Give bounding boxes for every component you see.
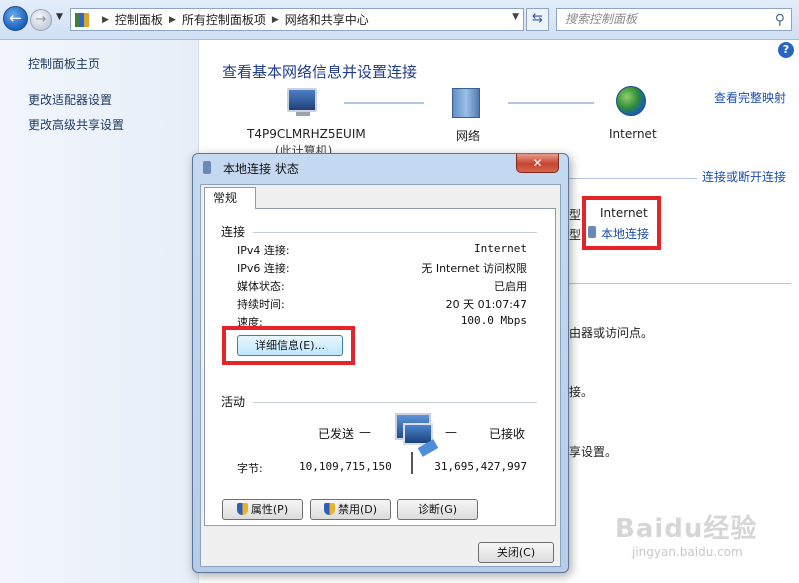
section-divider <box>253 402 537 403</box>
connection-section-title: 连接 <box>221 225 246 239</box>
connection-line <box>344 102 424 104</box>
properties-button[interactable]: 属性(P) <box>222 499 303 520</box>
ipv6-value: 无 Internet 访问权限 <box>421 262 527 275</box>
section-divider <box>569 283 791 284</box>
tab-panel: 连接 IPv4 连接: Internet IPv6 连接: 无 Internet… <box>204 208 556 526</box>
search-input[interactable]: 搜索控制面板 ⚲ <box>556 8 792 31</box>
help-icon[interactable]: ? <box>778 42 794 58</box>
refresh-button[interactable]: ⇆ <box>526 8 549 31</box>
sent-label: 已发送 <box>318 427 355 441</box>
sidebar-link-home[interactable]: 控制面板主页 <box>28 55 100 72</box>
chevron-right-icon[interactable]: ▶ <box>272 15 279 25</box>
media-state-label: 媒体状态: <box>237 280 285 293</box>
close-icon[interactable]: ✕ <box>516 154 559 173</box>
search-placeholder: 搜索控制面板 <box>565 12 638 26</box>
baidu-watermark-url: jingyan.baidu.com <box>632 545 743 559</box>
network-icon <box>452 88 480 118</box>
media-state-value: 已启用 <box>494 280 527 293</box>
close-button[interactable]: 关闭(C) <box>478 542 554 563</box>
chevron-right-icon[interactable]: ▶ <box>169 15 176 25</box>
ipv4-label: IPv4 连接: <box>237 244 290 257</box>
section-divider <box>253 232 537 233</box>
partial-text: 接。 <box>569 385 594 399</box>
control-panel-icon <box>75 12 89 27</box>
properties-button-label: 属性(P) <box>250 503 289 516</box>
sidebar-link-sharing-settings[interactable]: 更改高级共享设置 <box>28 116 124 133</box>
speed-value: 100.0 Mbps <box>460 314 527 327</box>
network-plug-icon <box>203 161 211 174</box>
ipv6-label: IPv6 连接: <box>237 262 290 275</box>
computer-name: T4P9CLMRHZ5EUIM <box>247 127 366 141</box>
activity-section-title: 活动 <box>221 395 246 409</box>
chevron-right-icon[interactable]: ▶ <box>102 15 109 25</box>
dialog-client-area: 常规 连接 IPv4 连接: Internet IPv6 连接: 无 Inter… <box>200 184 561 567</box>
section-divider <box>569 178 697 179</box>
dialog-title: 本地连接 状态 <box>223 162 299 176</box>
uac-shield-icon <box>323 503 335 515</box>
bytes-received-value: 31,695,427,997 <box>434 460 527 473</box>
navigation-bar: ← → ▼ ▶ 控制面板 ▶ 所有控制面板项 ▶ 网络和共享中心 ▼ ⇆ 搜索控… <box>0 0 799 40</box>
disable-button-label: 禁用(D) <box>337 503 378 516</box>
address-bar[interactable]: ▶ 控制面板 ▶ 所有控制面板项 ▶ 网络和共享中心 ▼ <box>70 8 524 31</box>
uac-shield-icon <box>236 503 248 515</box>
view-full-map-link[interactable]: 查看完整映射 <box>714 89 786 106</box>
dash-separator: — <box>445 425 457 439</box>
bytes-sent-value: 10,109,715,150 <box>299 460 392 473</box>
tab-general[interactable]: 常规 <box>204 187 256 209</box>
address-dropdown-icon[interactable]: ▼ <box>512 12 519 22</box>
partial-text: 由器或访问点。 <box>569 326 654 340</box>
sidebar: 控制面板主页 更改适配器设置 更改高级共享设置 <box>0 40 199 583</box>
breadcrumb-item[interactable]: 网络和共享中心 <box>285 11 369 28</box>
page-title: 查看基本网络信息并设置连接 <box>222 63 418 81</box>
sidebar-link-adapter-settings[interactable]: 更改适配器设置 <box>28 91 112 108</box>
bytes-label: 字节: <box>237 462 263 475</box>
internet-label: Internet <box>609 127 657 141</box>
breadcrumb-item[interactable]: 控制面板 <box>115 11 163 28</box>
duration-label: 持续时间: <box>237 298 285 311</box>
computer-icon <box>287 88 317 112</box>
globe-icon <box>616 86 646 116</box>
ipv4-value: Internet <box>474 242 527 255</box>
local-connection-status-dialog: 本地连接 状态 ✕ 常规 连接 IPv4 连接: Internet IPv6 连… <box>192 153 569 573</box>
search-icon[interactable]: ⚲ <box>775 10 785 31</box>
forward-arrow-icon[interactable]: → <box>30 9 52 31</box>
history-dropdown-icon[interactable]: ▼ <box>56 12 63 22</box>
connect-disconnect-link[interactable]: 连接或断开连接 <box>702 168 786 185</box>
highlight-box <box>582 196 661 250</box>
network-label: 网络 <box>456 129 481 143</box>
highlight-box <box>222 326 355 365</box>
network-cable-icon <box>411 452 413 474</box>
duration-value: 20 天 01:07:47 <box>445 298 527 311</box>
connection-line <box>508 102 594 104</box>
baidu-watermark-logo: Baidu经验 <box>615 514 758 544</box>
partial-text: 享设置。 <box>569 445 618 459</box>
diagnose-button[interactable]: 诊断(G) <box>397 499 478 520</box>
breadcrumb-item[interactable]: 所有控制面板项 <box>182 11 266 28</box>
disable-button[interactable]: 禁用(D) <box>310 499 391 520</box>
computer-stand <box>296 112 310 116</box>
back-arrow-icon[interactable]: ← <box>3 6 28 31</box>
dash-separator: — <box>359 425 371 439</box>
received-label: 已接收 <box>489 427 526 441</box>
